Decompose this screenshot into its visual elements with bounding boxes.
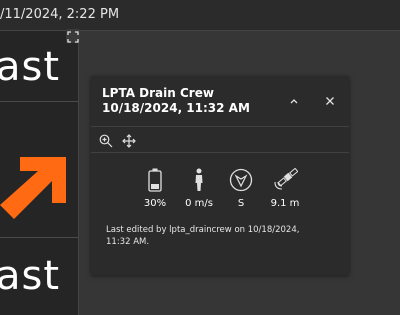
person-walking-icon <box>195 168 203 191</box>
chevron-up-icon <box>290 99 298 104</box>
satellite-icon <box>274 168 298 190</box>
battery-value: 30% <box>143 198 167 209</box>
panel-divider <box>0 101 78 102</box>
speed-value: 0 m/s <box>185 198 213 209</box>
last-edited-text: Last edited by lpta_draincrew on 10/18/2… <box>106 225 300 247</box>
panel-heading-top: ast <box>0 44 61 90</box>
zoom-to-button[interactable] <box>98 133 114 149</box>
move-icon <box>122 134 136 148</box>
popup-title-name: LPTA Drain Crew <box>102 86 214 100</box>
close-icon <box>326 97 334 105</box>
side-card-panel: ast ast <box>0 31 79 315</box>
pan-to-button[interactable] <box>121 133 137 149</box>
popup-title: LPTA Drain Crew 10/18/2024, 11:32 AM <box>102 86 250 116</box>
zoom-in-icon <box>99 134 113 148</box>
timestamp-text: /11/2024, 2:22 PM <box>0 7 120 22</box>
arrow-up-right-icon <box>0 157 66 219</box>
popup-divider <box>91 126 349 127</box>
heading-value: S <box>237 198 245 209</box>
popup-divider <box>91 152 349 153</box>
popup-title-date: 10/18/2024, 11:32 AM <box>102 101 250 115</box>
speed-stat: 0 m/s <box>179 168 219 209</box>
close-button[interactable] <box>322 93 338 109</box>
collapse-button[interactable] <box>286 93 302 109</box>
expand-icon[interactable] <box>66 29 80 43</box>
panel-heading-bottom: ast <box>0 253 61 299</box>
compass-icon <box>229 168 253 192</box>
battery-icon <box>148 168 162 192</box>
accuracy-value: 9.1 m <box>270 198 300 209</box>
panel-divider <box>0 237 78 238</box>
battery-stat: 30% <box>135 168 175 209</box>
feature-popup: LPTA Drain Crew 10/18/2024, 11:32 AM 30%… <box>91 76 349 275</box>
top-status-bar: /11/2024, 2:22 PM <box>0 0 400 31</box>
accuracy-stat: 9.1 m <box>265 168 305 209</box>
heading-stat: S <box>221 168 261 209</box>
